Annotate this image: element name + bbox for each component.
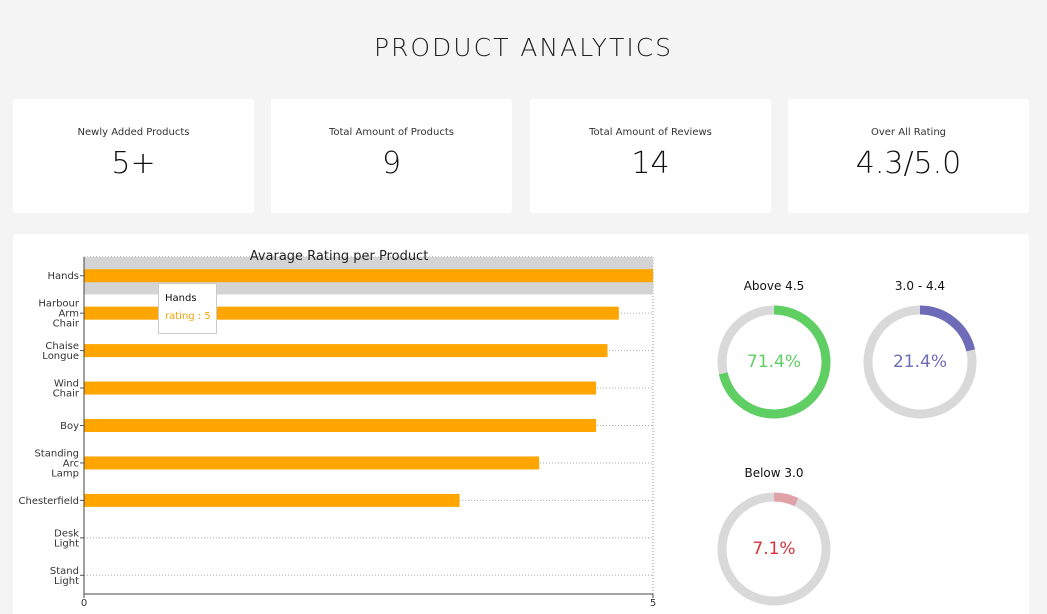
bar-standing-arc-lamp <box>84 456 540 470</box>
chart-tooltip: Hands rating : 5 <box>158 283 217 334</box>
chart-title: Avarage Rating per Product <box>250 249 429 264</box>
rating-bar-chart: Hands Harbour Arm Chair Chaise Longue Wind Chai… <box>19 249 657 609</box>
donut-title-above: Above 4.5 <box>743 279 805 293</box>
y-tick-label: Hands <box>47 271 79 282</box>
stat-value: 9 <box>381 146 402 181</box>
stat-label: Total Amount of Products <box>328 127 454 138</box>
tooltip-value: rating : 5 <box>165 311 211 322</box>
stat-label: Total Amount of Reviews <box>589 127 712 138</box>
stat-value: 5+ <box>111 146 156 181</box>
y-tick-label: Stand Light <box>50 566 79 587</box>
donut-below: 7.1% <box>714 489 834 609</box>
y-tick-label: Boy <box>60 421 79 432</box>
donut-mid-value: 21.4% <box>892 352 947 372</box>
bar-boy <box>84 419 597 432</box>
donut-title-below: Below 3.0 <box>744 466 804 480</box>
stat-label: Newly Added Products <box>77 127 190 138</box>
stat-value: 4.3/5.0 <box>855 146 962 181</box>
stat-value: 14 <box>631 146 670 181</box>
donut-above: 71.4% <box>714 302 834 422</box>
x-tick-label: 5 <box>650 598 656 609</box>
page-title: PRODUCT ANALYTICS <box>373 33 674 62</box>
y-tick-label: Wind Chair <box>53 379 80 400</box>
stat-card-total-products: Total Amount of Products 9 <box>271 99 512 213</box>
stat-card-new-products: Newly Added Products 5+ <box>13 99 254 213</box>
stat-label: Over All Rating <box>870 127 947 138</box>
stat-card-overall-rating: Over All Rating 4.3/5.0 <box>788 99 1029 213</box>
donut-above-value: 71.4% <box>746 352 801 372</box>
bar-hands <box>84 269 653 283</box>
y-tick-label: Desk Light <box>54 528 79 549</box>
x-tick-label: 0 <box>81 598 87 609</box>
bar-chaise-longue <box>84 344 608 358</box>
donut-below-value: 7.1% <box>752 539 796 559</box>
y-tick-label: Chaise Longue <box>42 341 79 362</box>
y-tick-label: Standing Arc Lamp <box>34 448 79 479</box>
y-tick-label: Chesterfield <box>19 496 79 507</box>
bar-chesterfield <box>84 493 460 507</box>
tooltip-label: Hands <box>165 293 197 304</box>
stat-card-total-reviews: Total Amount of Reviews 14 <box>530 99 771 213</box>
y-tick-label: Harbour Arm Chair <box>38 299 80 330</box>
donut-title-mid: 3.0 - 4.4 <box>894 279 946 293</box>
donut-mid: 21.4% <box>860 302 980 422</box>
bar-wind-chair <box>84 381 597 395</box>
